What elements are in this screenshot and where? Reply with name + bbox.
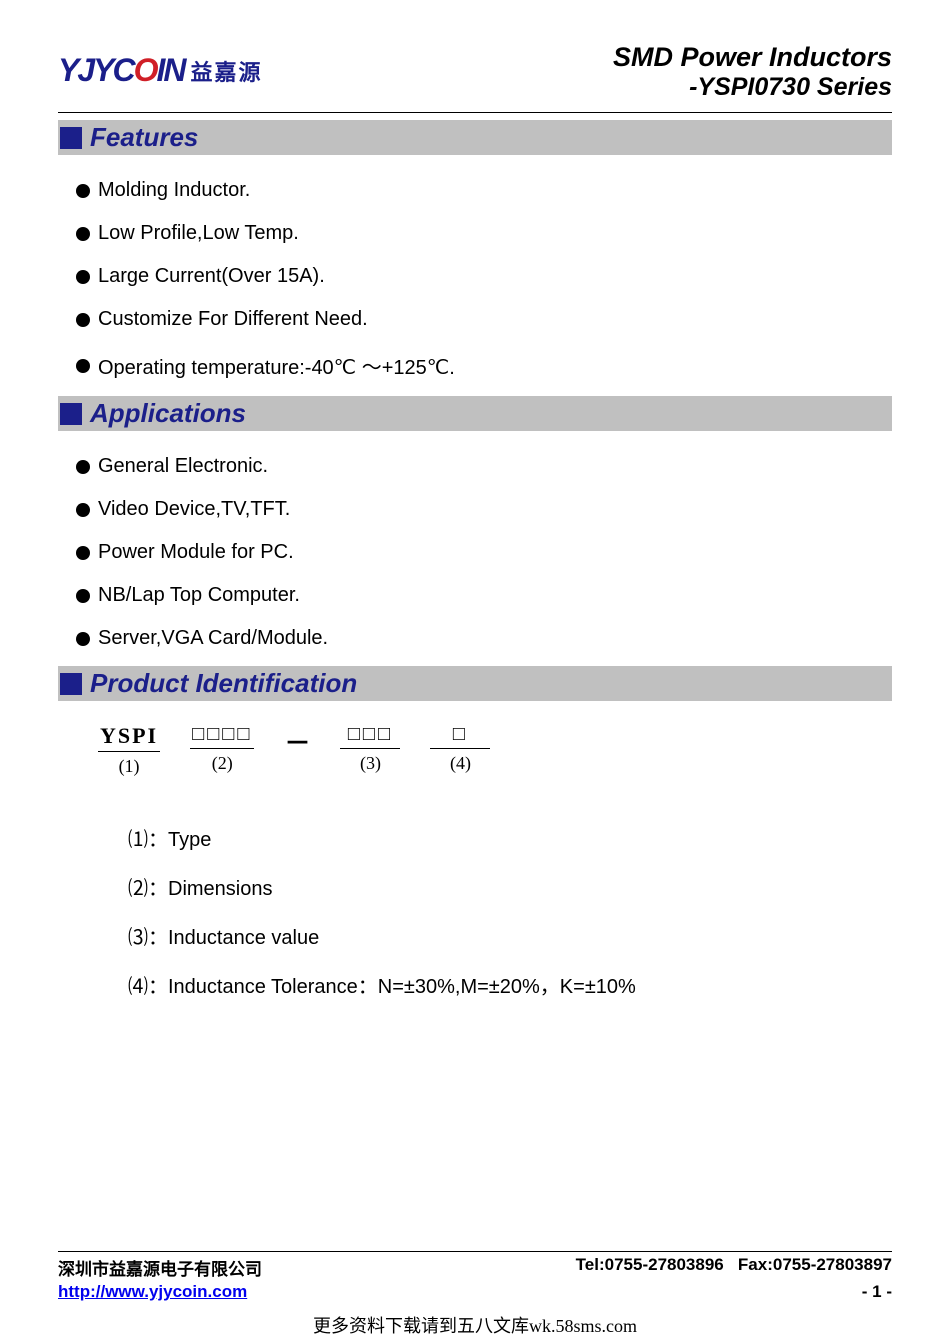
bullet-icon: [76, 270, 90, 284]
pid-def-row: ⑷：Inductance Tolerance：N=±30%,M=±20%，K=±…: [128, 970, 892, 999]
pid-segment: YSPI (1): [98, 723, 160, 777]
applications-list: General Electronic. Video Device,TV,TFT.…: [58, 435, 892, 662]
pid-def-row: ⑶：Inductance value: [128, 921, 892, 950]
bullet-icon: [76, 359, 90, 373]
pid-segment-label: (4): [450, 753, 471, 774]
list-item: Server,VGA Card/Module.: [76, 617, 892, 660]
part-number-format: YSPI (1) □□□□ (2) － □□□ (3) □ (4): [98, 723, 892, 777]
pid-def-row: ⑵：Dimensions: [128, 872, 892, 901]
square-bullet-icon: [60, 673, 82, 695]
list-item: Video Device,TV,TFT.: [76, 488, 892, 531]
list-item: Molding Inductor.: [76, 169, 892, 212]
bullet-icon: [76, 632, 90, 646]
footer-url[interactable]: http://www.yjycoin.com: [58, 1282, 247, 1302]
list-item: Customize For Different Need.: [76, 298, 892, 341]
features-title: Features: [90, 122, 198, 153]
pid-segment: □□□ (3): [340, 723, 400, 774]
bullet-icon: [76, 227, 90, 241]
logo-english: YJYCOIN: [58, 52, 184, 89]
list-item: Operating temperature:-40℃ ～+125℃.: [76, 341, 892, 390]
footer-divider: [58, 1251, 892, 1252]
pid-segment-label: (2): [212, 753, 233, 774]
bullet-icon: [76, 184, 90, 198]
bullet-icon: [76, 460, 90, 474]
logo: YJYCOIN 益嘉源: [58, 52, 263, 89]
pid-def-row: ⑴：Type: [128, 823, 892, 852]
pid-segment: □ (4): [430, 723, 490, 774]
bullet-icon: [76, 546, 90, 560]
features-list: Molding Inductor. Low Profile,Low Temp. …: [58, 159, 892, 392]
product-id-title: Product Identification: [90, 668, 357, 699]
pid-dash: －: [284, 723, 310, 760]
footer: 深圳市益嘉源电子有限公司 Tel:0755-27803896 Fax:0755-…: [58, 1251, 892, 1302]
pid-segment-top: □: [430, 723, 490, 749]
bullet-icon: [76, 589, 90, 603]
footer-contact: Tel:0755-27803896 Fax:0755-27803897: [576, 1255, 892, 1280]
bullet-icon: [76, 503, 90, 517]
header: YJYCOIN 益嘉源 SMD Power Inductors -YSPI073…: [58, 42, 892, 102]
list-item: General Electronic.: [76, 445, 892, 488]
pid-segment: □□□□ (2): [190, 723, 254, 774]
pid-definitions: ⑴：Type ⑵：Dimensions ⑶：Inductance value ⑷…: [98, 799, 892, 999]
title-line-1: SMD Power Inductors: [613, 42, 892, 73]
product-id-block: YSPI (1) □□□□ (2) － □□□ (3) □ (4) ⑴：Type…: [58, 705, 892, 999]
square-bullet-icon: [60, 127, 82, 149]
pid-segment-top: YSPI: [98, 723, 160, 752]
applications-title: Applications: [90, 398, 246, 429]
footer-company: 深圳市益嘉源电子有限公司: [58, 1255, 262, 1280]
section-header-product-id: Product Identification: [58, 666, 892, 701]
pid-segment-label: (3): [360, 753, 381, 774]
pid-segment-label: (1): [119, 756, 140, 777]
section-header-features: Features: [58, 120, 892, 155]
bullet-icon: [76, 313, 90, 327]
list-item: Large Current(Over 15A).: [76, 255, 892, 298]
title-line-2: -YSPI0730 Series: [613, 73, 892, 102]
list-item: NB/Lap Top Computer.: [76, 574, 892, 617]
square-bullet-icon: [60, 403, 82, 425]
pid-segment-top: □□□: [340, 723, 400, 749]
page-number: - 1 -: [862, 1282, 892, 1302]
doc-title: SMD Power Inductors -YSPI0730 Series: [613, 42, 892, 102]
logo-chinese: 益嘉源: [190, 55, 262, 87]
pid-segment-top: □□□□: [190, 723, 254, 749]
list-item: Low Profile,Low Temp.: [76, 212, 892, 255]
watermark-text: 更多资料下载请到五八文库wk.58sms.com: [0, 1312, 950, 1338]
list-item: Power Module for PC.: [76, 531, 892, 574]
section-header-applications: Applications: [58, 396, 892, 431]
header-divider: [58, 112, 892, 113]
